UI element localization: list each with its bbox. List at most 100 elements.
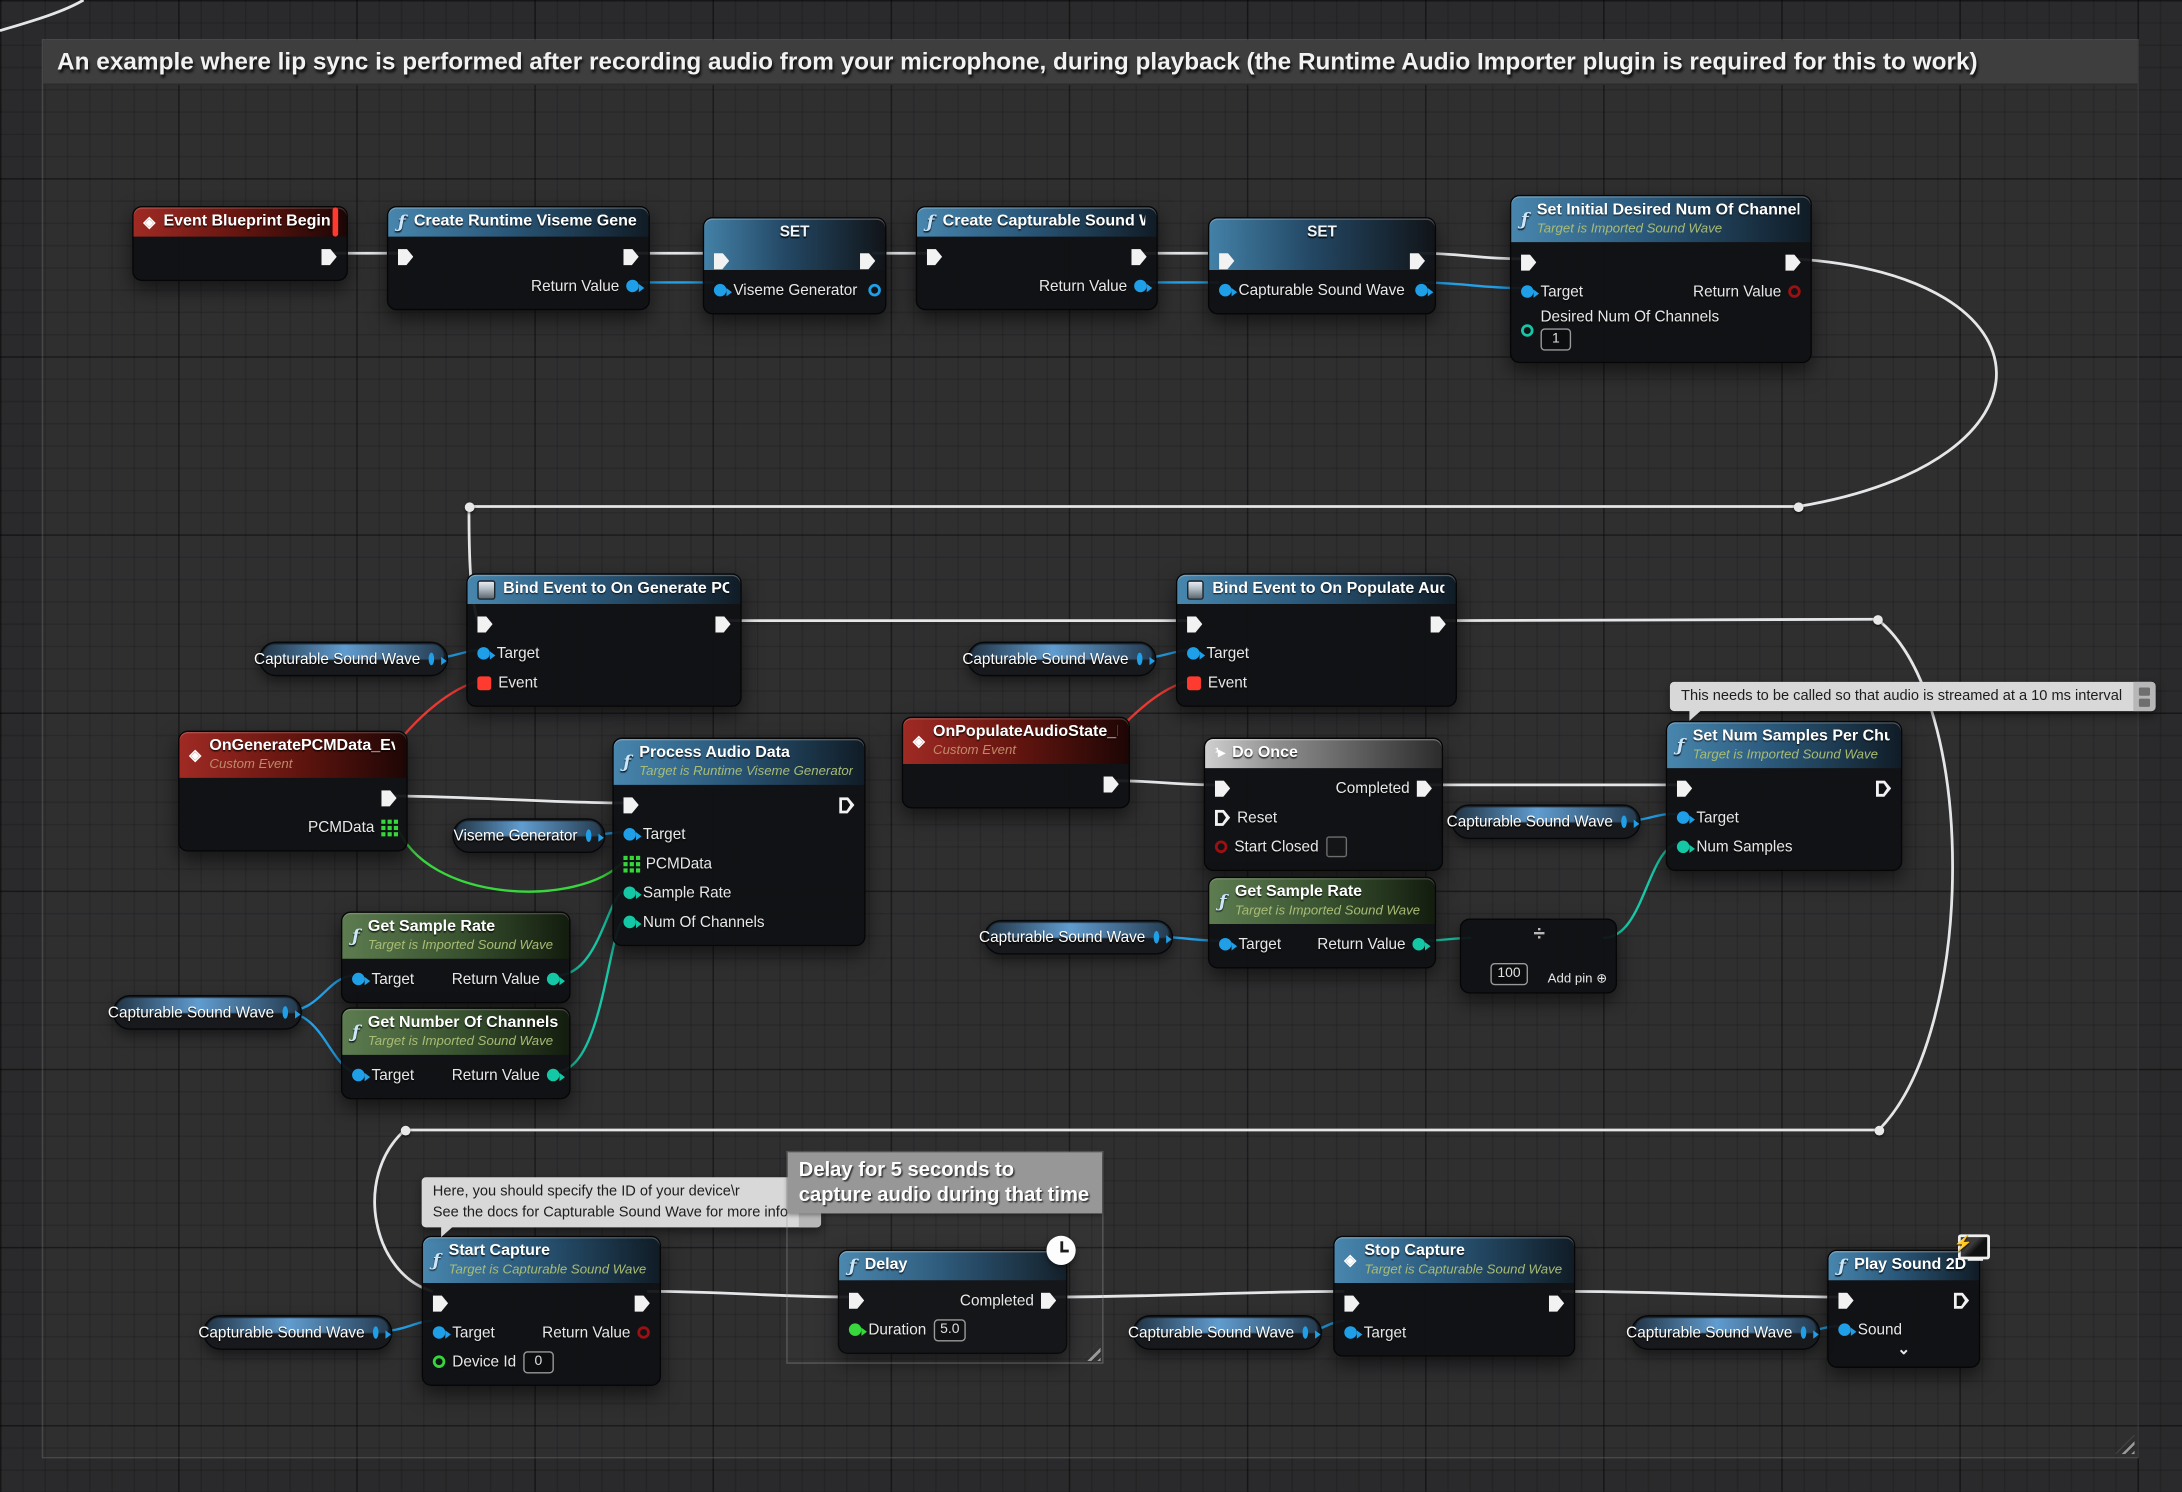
target-pin[interactable] — [1344, 1326, 1357, 1339]
add-pin-button[interactable]: Add pin ⊕ — [1548, 971, 1608, 986]
start-closed-pin[interactable] — [1215, 841, 1228, 854]
delay-comment-resize-handle[interactable] — [1081, 1342, 1100, 1361]
reroute-node-2[interactable] — [1872, 614, 1882, 624]
variable-node-cap-csw-playsound[interactable]: Capturable Sound Wave — [1631, 1315, 1820, 1350]
pin-pin[interactable] — [623, 248, 638, 265]
target-pin[interactable] — [477, 647, 490, 660]
completed-pin[interactable] — [1417, 780, 1432, 797]
pin-pin[interactable] — [1431, 616, 1446, 633]
device-id-pin[interactable] — [433, 1355, 446, 1368]
pin-pin[interactable] — [433, 1295, 448, 1312]
reroute-node-1[interactable] — [1793, 502, 1803, 512]
node-header[interactable]: ƒSet Initial Desired Num Of ChannelsTarg… — [1511, 196, 1810, 242]
pin-pin[interactable] — [860, 253, 875, 270]
target-pin[interactable] — [1187, 647, 1200, 660]
pin-pin[interactable] — [623, 797, 638, 814]
node-create-runtime-viseme-generator[interactable]: ƒCreate Runtime Viseme GeneratorReturn V… — [387, 206, 650, 310]
divide-input-a-pin[interactable] — [1470, 932, 1483, 945]
pin-pin[interactable] — [868, 284, 881, 297]
reset-pin[interactable] — [1215, 809, 1230, 826]
node-set-capturable-sound-wave[interactable]: SETCapturable Sound Wave — [1208, 217, 1436, 314]
node-header[interactable]: ◈Stop CaptureTarget is Capturable Sound … — [1335, 1237, 1574, 1283]
capturable-sound-wave-pin[interactable] — [1219, 284, 1232, 297]
node-process-audio-data[interactable]: ƒProcess Audio DataTarget is Runtime Vis… — [612, 738, 865, 947]
variable-output-pin[interactable] — [586, 829, 592, 842]
pin-pin[interactable] — [1131, 248, 1146, 265]
reroute-node-0[interactable] — [464, 502, 474, 512]
pin-pin[interactable] — [715, 616, 730, 633]
pin-pin[interactable] — [1838, 1292, 1853, 1309]
node-onpopulate-audiostate-event[interactable]: ◈OnPopulateAudioState_EventCustom Event — [902, 717, 1130, 809]
return-value-pin[interactable] — [547, 1069, 560, 1082]
node-set-num-samples-per-chunk[interactable]: ƒSet Num Samples Per ChunkTarget is Impo… — [1666, 721, 1903, 871]
pin-pin[interactable] — [1219, 253, 1234, 270]
pin-pin[interactable] — [1876, 780, 1891, 797]
pin-pin[interactable] — [1549, 1295, 1564, 1312]
divide-input-b-pin[interactable] — [1470, 966, 1483, 979]
return-value-pin[interactable] — [1788, 285, 1801, 298]
node-header[interactable]: ƒGet Sample RateTarget is Imported Sound… — [1209, 878, 1434, 924]
variable-output-pin[interactable] — [429, 653, 435, 666]
target-pin[interactable] — [433, 1326, 446, 1339]
viseme-generator-pin[interactable] — [714, 284, 727, 297]
node-stop-capture[interactable]: ◈Stop CaptureTarget is Capturable Sound … — [1333, 1236, 1575, 1357]
pcmdata-pin[interactable] — [623, 855, 627, 859]
variable-node-cap-csw-samplerate2[interactable]: Capturable Sound Wave — [984, 920, 1173, 955]
comment-bubble-device-note[interactable]: Here, you should specify the ID of your … — [422, 1177, 822, 1228]
variable-output-pin[interactable] — [1154, 931, 1160, 944]
pin-pin[interactable] — [1104, 776, 1119, 793]
delay-comment-node[interactable]: Delay for 5 seconds to capture audio dur… — [786, 1151, 1103, 1364]
node-header[interactable]: ƒStart CaptureTarget is Capturable Sound… — [423, 1237, 660, 1283]
variable-node-cap-csw-getters[interactable]: Capturable Sound Wave — [113, 995, 302, 1030]
node-do-once[interactable]: ¹▸Do OnceCompletedResetStart Closed — [1204, 738, 1443, 872]
event-pin[interactable] — [477, 676, 491, 690]
wire-exec-19[interactable] — [0, 0, 83, 31]
variable-node-cap-csw-startcapture[interactable]: Capturable Sound Wave — [203, 1315, 392, 1350]
pin-pin[interactable] — [1215, 780, 1230, 797]
variable-output-pin[interactable] — [1801, 1326, 1807, 1339]
return-value-pin[interactable] — [1412, 938, 1425, 951]
value-input[interactable]: 1 — [1541, 328, 1572, 350]
divide-value-input[interactable]: 100 — [1490, 963, 1527, 985]
node-get-number-of-channels[interactable]: ƒGet Number Of ChannelsTarget is Importe… — [341, 1008, 571, 1100]
node-header[interactable]: ƒProcess Audio DataTarget is Runtime Vis… — [614, 739, 864, 785]
pin-pin[interactable] — [477, 616, 492, 633]
variable-output-pin[interactable] — [282, 1006, 288, 1019]
node-divide[interactable]: ÷100Add pin ⊕ — [1460, 918, 1617, 993]
return-value-pin[interactable] — [637, 1326, 650, 1339]
node-header[interactable]: Bind Event to On Generate PCMData — [468, 575, 741, 604]
node-header[interactable]: ƒCreate Capturable Sound Wave — [917, 207, 1156, 236]
variable-output-pin[interactable] — [373, 1326, 379, 1339]
node-header[interactable]: ƒSet Num Samples Per ChunkTarget is Impo… — [1667, 722, 1901, 768]
pin-pin[interactable] — [398, 248, 413, 265]
divide-output-pin[interactable] — [1595, 932, 1608, 945]
value-input[interactable]: 0 — [523, 1351, 554, 1373]
node-header[interactable]: ƒGet Sample RateTarget is Imported Sound… — [342, 913, 569, 959]
return-value-pin[interactable] — [547, 973, 560, 986]
return-value-pin[interactable] — [626, 280, 639, 293]
variable-node-cap-csw-bind2[interactable]: Capturable Sound Wave — [967, 642, 1156, 677]
advanced-pins-chevron[interactable]: ⌄ — [1829, 1339, 1979, 1358]
variable-node-cap-csw-chunk[interactable]: Capturable Sound Wave — [1451, 804, 1640, 839]
target-pin[interactable] — [1219, 938, 1232, 951]
pin-pin[interactable] — [1416, 284, 1429, 297]
node-get-sample-rate[interactable]: ƒGet Sample RateTarget is Imported Sound… — [341, 911, 571, 1003]
pin-pin[interactable] — [381, 790, 396, 807]
target-pin[interactable] — [623, 828, 636, 841]
return-value-pin[interactable] — [1134, 280, 1147, 293]
delegate-output-pin[interactable] — [333, 209, 339, 234]
variable-node-cap-csw-stopcapture[interactable]: Capturable Sound Wave — [1133, 1315, 1322, 1350]
bubble-icon-strip[interactable] — [2133, 682, 2155, 712]
target-pin[interactable] — [352, 1069, 365, 1082]
node-begin-play[interactable]: ◈Event Blueprint Begin Play — [132, 206, 348, 281]
node-set-viseme-generator[interactable]: SETViseme Generator — [703, 217, 887, 314]
comment-bubble-chunk-note[interactable]: This needs to be called so that audio is… — [1670, 682, 2156, 712]
node-header[interactable]: ◈OnPopulateAudioState_EventCustom Event — [903, 718, 1128, 764]
pin-pin[interactable] — [839, 797, 854, 814]
pcmdata-pin[interactable] — [381, 819, 385, 823]
pin-pin[interactable] — [635, 1295, 650, 1312]
delay-comment-header[interactable]: Delay for 5 seconds to capture audio dur… — [788, 1152, 1103, 1214]
checkbox[interactable] — [1326, 836, 1347, 857]
target-pin[interactable] — [352, 973, 365, 986]
desired-num-of-channels-pin[interactable] — [1521, 324, 1534, 337]
